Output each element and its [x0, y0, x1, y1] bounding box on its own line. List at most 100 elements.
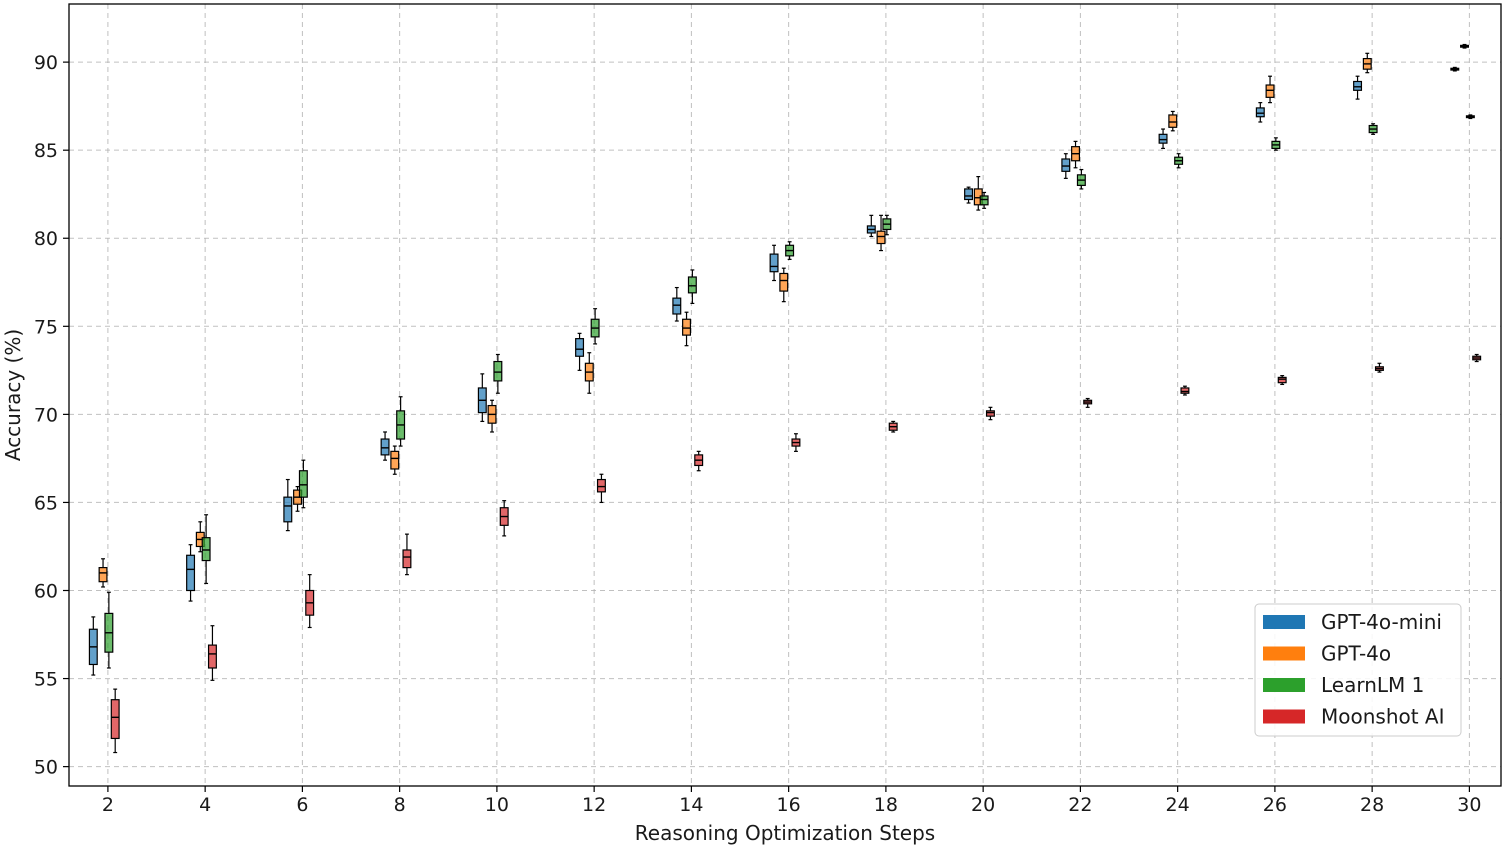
box-body — [1158, 133, 1168, 144]
y-tick-label: 75 — [34, 316, 58, 338]
box-plot — [1083, 397, 1093, 408]
box-plot — [1277, 375, 1287, 386]
box-plot — [110, 688, 120, 754]
box-body — [1061, 158, 1071, 172]
box-plot — [1465, 114, 1475, 120]
x-tick-label: 30 — [1457, 794, 1481, 816]
box-plot — [888, 420, 898, 433]
y-axis-title: Accuracy (%) — [1, 329, 25, 461]
x-tick-label: 8 — [394, 794, 406, 816]
x-tick-label: 4 — [199, 794, 211, 816]
box-body — [110, 699, 120, 740]
box-plot — [305, 574, 315, 629]
box-body — [672, 297, 682, 315]
box-plot — [1168, 110, 1178, 132]
box-plot-chart: 2 4 6 8 10 12 14 16 18 20 22 24 26 28 3050556065707580… — [1, 3, 1502, 845]
y-tick-label: 90 — [34, 52, 58, 74]
box-body — [298, 470, 308, 498]
box-plot — [687, 269, 697, 305]
box-body — [596, 478, 606, 493]
x-tick-label: 24 — [1166, 794, 1190, 816]
box-plot — [1265, 75, 1275, 104]
x-tick-label: 14 — [679, 794, 703, 816]
box-body — [779, 272, 789, 292]
x-tick-label: 26 — [1263, 794, 1287, 816]
box-plot — [1450, 66, 1460, 72]
box-plot — [694, 450, 704, 472]
x-tick-label: 10 — [485, 794, 509, 816]
box-plot — [1374, 362, 1384, 373]
box-body — [769, 253, 779, 273]
box-plot — [487, 399, 497, 433]
legend-label: GPT-4o-mini — [1321, 610, 1442, 634]
box-plot — [596, 473, 606, 504]
x-tick-label: 22 — [1068, 794, 1092, 816]
box-plot — [1158, 128, 1168, 150]
box-plot — [672, 286, 682, 322]
x-tick-label: 28 — [1360, 794, 1384, 816]
box-plot — [396, 396, 406, 447]
box-body — [186, 554, 196, 592]
box-body — [402, 549, 412, 569]
box-plot — [1353, 75, 1363, 100]
legend-swatch — [1263, 678, 1305, 692]
x-tick-label: 2 — [102, 794, 114, 816]
legend-label: GPT-4o — [1321, 642, 1391, 666]
box-plot — [1061, 153, 1071, 179]
box-body — [493, 360, 503, 382]
box-plot — [283, 478, 293, 532]
box-plot — [98, 558, 108, 588]
box-plot — [779, 267, 789, 303]
box-plot — [866, 214, 876, 238]
box-plot — [402, 533, 412, 576]
box-body — [1180, 387, 1190, 394]
box-body — [979, 195, 989, 206]
box-plot — [791, 433, 801, 452]
box-body — [1265, 84, 1275, 98]
x-axis-title: Reasoning Optimization Steps — [635, 821, 935, 845]
legend-swatch — [1263, 646, 1305, 661]
box-plot — [201, 514, 211, 585]
box-body — [201, 537, 211, 562]
y-tick-label: 50 — [34, 757, 58, 779]
box-plot — [380, 431, 390, 461]
box-body — [98, 567, 108, 583]
box-plot — [1076, 168, 1086, 190]
box-body — [1255, 107, 1265, 118]
box-body — [575, 338, 585, 357]
y-tick-label: 60 — [34, 581, 58, 603]
box-body — [283, 496, 293, 523]
x-tick-label: 20 — [971, 794, 995, 816]
box-plot — [682, 311, 692, 347]
x-tick-label: 18 — [874, 794, 898, 816]
box-plot — [207, 625, 217, 681]
y-tick-label: 80 — [34, 228, 58, 250]
box-plot — [1368, 123, 1378, 135]
x-tick-label: 16 — [777, 794, 801, 816]
box-body — [1168, 114, 1178, 128]
box-plot — [88, 616, 98, 676]
x-tick-label: 12 — [582, 794, 606, 816]
box-plot — [964, 186, 974, 204]
y-tick-label: 65 — [34, 492, 58, 514]
box-plot — [1071, 140, 1081, 169]
legend-swatch — [1263, 615, 1305, 629]
box-plot — [390, 445, 400, 475]
box-body — [390, 450, 400, 470]
legend-label: Moonshot AI — [1321, 705, 1445, 729]
box-body — [380, 438, 390, 456]
y-tick-label: 85 — [34, 140, 58, 162]
box-plot — [1362, 52, 1372, 74]
box-plot — [985, 406, 995, 421]
box-body — [964, 188, 974, 201]
box-plot — [104, 591, 114, 669]
box-plot — [1460, 43, 1470, 49]
box-body — [985, 410, 995, 417]
box-plot — [1271, 137, 1281, 151]
box-body — [876, 230, 886, 245]
box-plot — [584, 352, 594, 394]
box-body — [687, 276, 697, 294]
box-plot — [785, 241, 795, 260]
series-learnlm-1 — [104, 114, 1475, 669]
box-plot — [769, 244, 779, 282]
